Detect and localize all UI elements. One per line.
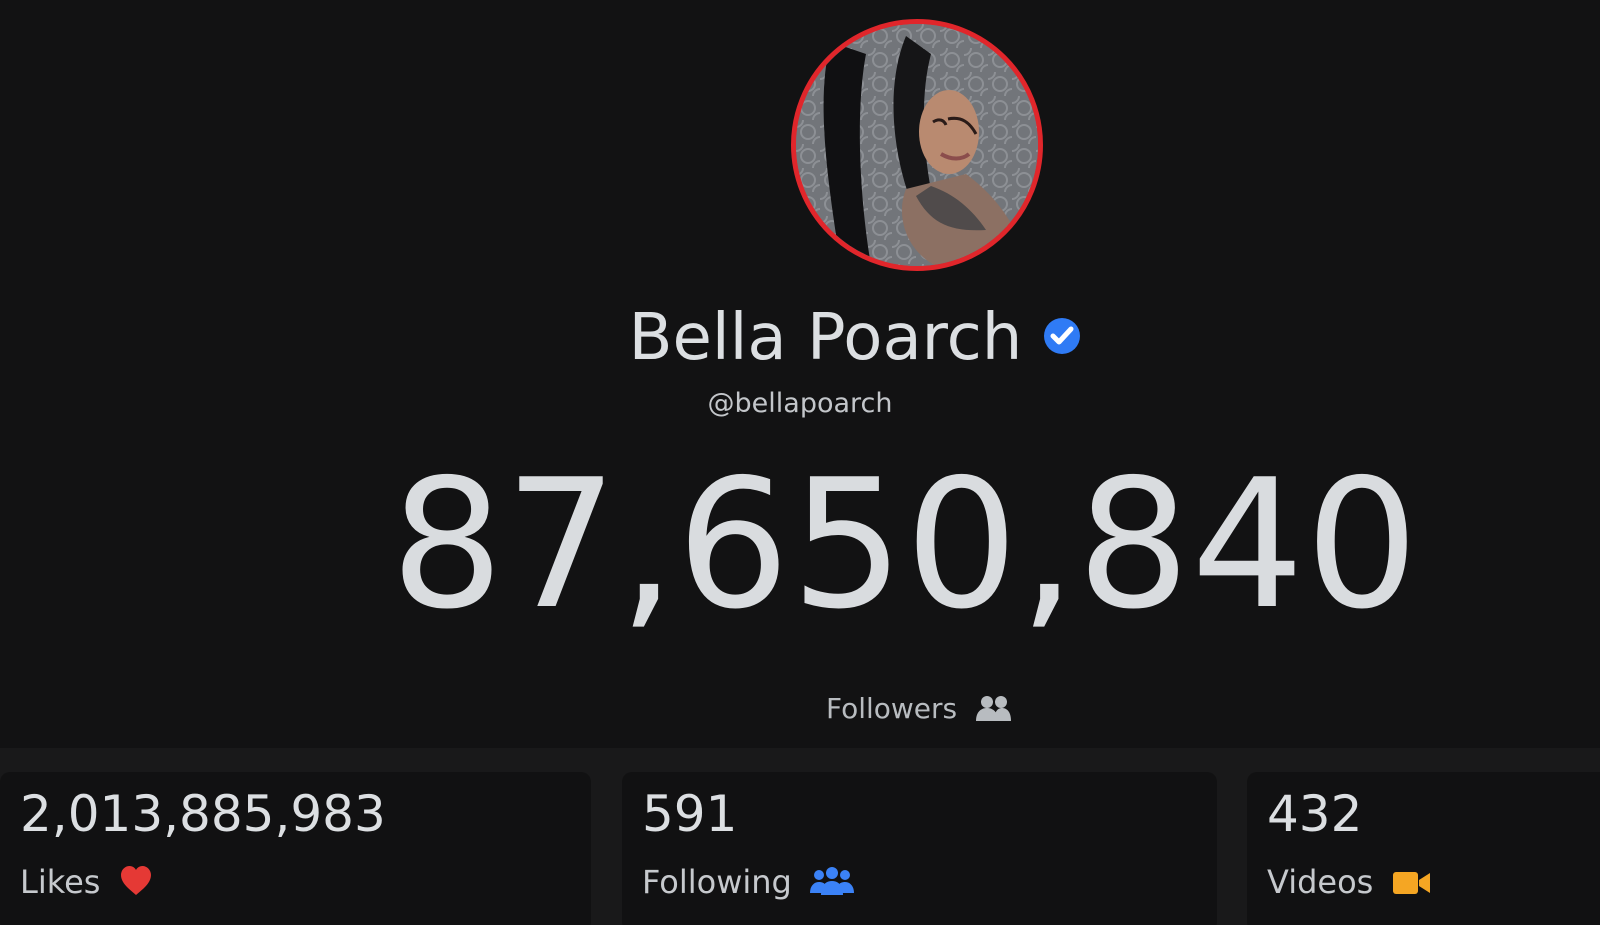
videos-card[interactable]: 432 Videos <box>1247 772 1600 925</box>
avatar[interactable] <box>791 19 1043 271</box>
following-label: Following <box>642 863 792 901</box>
videos-value: 432 <box>1267 785 1363 843</box>
profile-handle: @bellapoarch <box>707 388 893 419</box>
profile-stats-page: Bella Poarch @bellapoarch 87,650,840 Fol… <box>0 0 1600 925</box>
following-value: 591 <box>642 785 738 843</box>
heart-icon <box>119 865 153 904</box>
following-card[interactable]: 591 Following <box>622 772 1217 925</box>
likes-label-row: Likes <box>20 864 153 904</box>
profile-display-name: Bella Poarch <box>628 301 1023 375</box>
likes-label: Likes <box>20 863 101 901</box>
following-label-row: Following <box>642 863 855 904</box>
profile-hero: Bella Poarch @bellapoarch 87,650,840 Fol… <box>0 0 1600 748</box>
avatar-photo <box>796 24 1038 266</box>
followers-label: Followers <box>825 692 958 725</box>
videos-label: Videos <box>1267 863 1374 901</box>
video-camera-icon <box>1392 868 1432 904</box>
users-icon <box>974 694 1012 722</box>
followers-count: 87,650,840 <box>390 441 1420 648</box>
followers-label-row: Followers <box>0 692 1600 725</box>
videos-label-row: Videos <box>1267 864 1432 904</box>
users-icon <box>810 865 855 904</box>
verified-check-icon <box>1043 317 1081 355</box>
likes-card[interactable]: 2,013,885,983 Likes <box>0 772 591 925</box>
profile-name-row: Bella Poarch <box>0 298 1600 378</box>
likes-value: 2,013,885,983 <box>20 785 386 843</box>
